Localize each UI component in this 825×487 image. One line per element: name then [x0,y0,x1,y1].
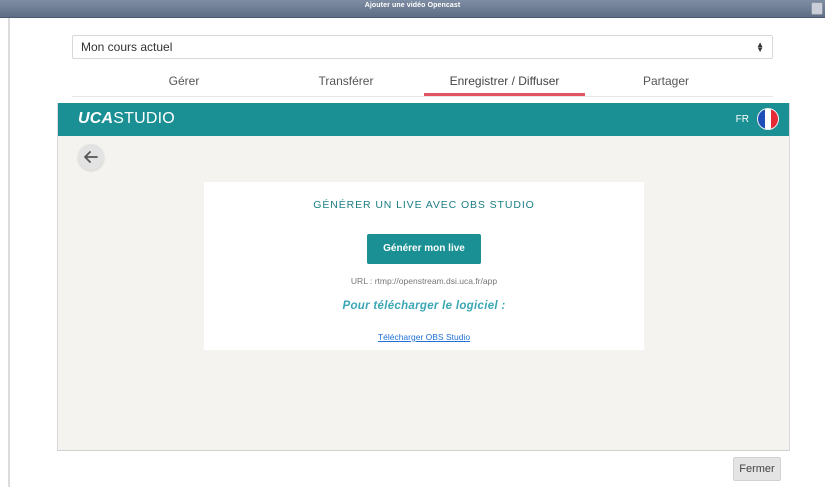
generate-live-button[interactable]: Générer mon live [367,234,481,264]
course-select-value: Mon cours actuel [81,40,173,54]
course-select[interactable]: Mon cours actuel ▲ ▼ [72,35,773,59]
window-corner-icon[interactable] [811,2,823,15]
window-titlebar: Ajouter une vidéo Opencast [0,0,825,18]
rtmp-url-text: URL : rtmp://openstream.dsi.uca.fr/app [350,276,498,286]
download-obs-link[interactable]: Télécharger OBS Studio [204,332,644,342]
tab-bar: Gérer Transférer Enregistrer / Diffuser … [72,70,773,97]
tab-partager[interactable]: Partager [628,74,704,96]
card-title: GÉNÉRER UN LIVE AVEC OBS STUDIO [313,199,535,211]
back-button[interactable] [78,144,104,170]
select-arrows-icon: ▲ ▼ [756,40,764,54]
uca-header: UCASTUDIO FR [58,103,789,136]
obs-live-card: GÉNÉRER UN LIVE AVEC OBS STUDIO Générer … [204,182,644,350]
language-label[interactable]: FR [736,114,749,125]
tab-gerer[interactable]: Gérer [144,74,224,96]
close-button[interactable]: Fermer [733,457,781,481]
tab-transferer[interactable]: Transférer [298,74,394,96]
window-title: Ajouter une vidéo Opencast [364,2,461,9]
download-label: Pour télécharger le logiciel : [342,300,506,312]
tab-enregistrer-diffuser[interactable]: Enregistrer / Diffuser [424,74,585,96]
logo-bold-text: UCA [78,110,114,127]
uca-studio-panel: UCASTUDIO FR GÉNÉRER UN LIVE AVEC OBS ST… [57,103,790,451]
window-frame-left [8,18,10,487]
france-flag-icon[interactable] [757,108,779,130]
logo-rest-text: STUDIO [113,110,175,127]
arrow-left-icon [84,151,98,163]
uca-studio-logo: UCASTUDIO [78,110,175,128]
